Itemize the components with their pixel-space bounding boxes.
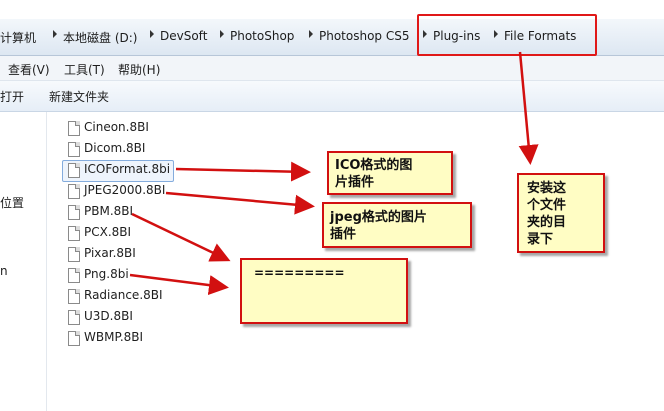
- arrow-pbm: [131, 212, 231, 262]
- annotation-arrows: [129, 51, 539, 296]
- arrow-ico: [175, 161, 311, 182]
- arrow-png: [129, 273, 229, 296]
- arrow-path: [518, 51, 539, 165]
- arrow-jpeg: [165, 191, 315, 215]
